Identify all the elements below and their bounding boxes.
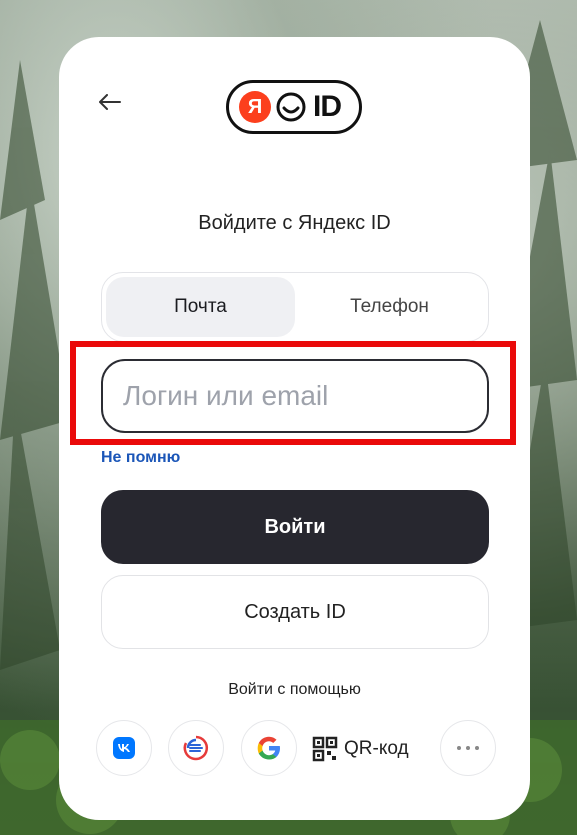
yandex-id-logo: Я ID [226, 80, 362, 134]
qr-login-button[interactable]: QR-код [312, 735, 409, 763]
more-icon [457, 746, 479, 750]
input-highlight-frame [70, 341, 516, 445]
create-id-button[interactable]: Создать ID [101, 575, 489, 649]
qr-label: QR-код [344, 738, 409, 759]
sber-login-button[interactable] [168, 720, 224, 776]
qr-icon [312, 736, 338, 762]
google-icon [257, 736, 280, 760]
tab-phone[interactable]: Телефон [295, 277, 484, 337]
vk-login-button[interactable] [96, 720, 152, 776]
smile-icon [276, 92, 306, 122]
alt-login-label: Войти с помощью [228, 681, 361, 698]
more-methods-button[interactable] [440, 720, 496, 776]
arrow-left-icon [99, 94, 121, 110]
page-title: Войдите с Яндекс ID [198, 212, 391, 234]
tab-email[interactable]: Почта [106, 277, 295, 337]
sber-icon [183, 735, 209, 761]
forgot-link[interactable]: Не помню [101, 449, 180, 467]
vk-icon [113, 737, 135, 759]
google-login-button[interactable] [241, 720, 297, 776]
back-button[interactable] [96, 88, 124, 116]
logo-id-text: ID [313, 90, 342, 123]
logo-ya-mark: Я [239, 91, 271, 123]
login-button[interactable]: Войти [101, 490, 489, 564]
login-method-tabs: Почта Телефон [101, 272, 489, 342]
